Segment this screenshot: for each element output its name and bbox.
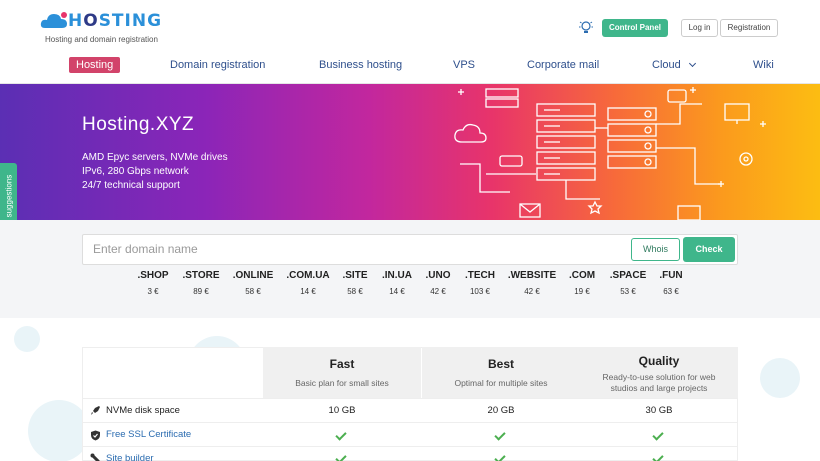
hero-banner: Hosting.XYZ AMD Epyc servers, NVMe drive… [0, 84, 820, 220]
zone-price: 63 € [663, 287, 679, 296]
zone-price: 42 € [524, 287, 540, 296]
domain-zone-shop[interactable]: .SHOP 3 € [126, 270, 180, 296]
zone-name: .SHOP [137, 270, 169, 281]
hero-feature-line: AMD Epyc servers, NVMe drives [82, 152, 228, 163]
domain-zone-online[interactable]: .ONLINE 58 € [226, 270, 280, 296]
nav-item-hosting[interactable]: Hosting [69, 57, 121, 73]
domain-zone-com-ua[interactable]: .COM.UA 14 € [281, 270, 335, 296]
feature-value: 30 GB [645, 405, 673, 416]
whois-button[interactable]: Whois [631, 238, 680, 261]
plan-name: Fast [329, 357, 355, 371]
login-button[interactable]: Log in [681, 19, 718, 37]
zone-name: .STORE [182, 270, 220, 281]
domain-zone-tech[interactable]: .TECH 103 € [453, 270, 507, 296]
nav-item-cloud[interactable]: Cloud [652, 57, 696, 73]
logo-tagline: Hosting and domain registration [45, 35, 158, 44]
domain-zone-fun[interactable]: .FUN 63 € [644, 270, 698, 296]
ssl-certificate-link[interactable]: Free SSL Certificate [106, 429, 191, 440]
zone-name: .WEBSITE [507, 270, 557, 281]
nav-item-corporate-mail[interactable]: Corporate mail [527, 57, 599, 73]
plan-fast[interactable]: Fast Basic plan for small sites [263, 347, 421, 398]
zone-name: .COM.UA [286, 270, 330, 281]
chevron-down-icon [688, 59, 696, 68]
shield-check-icon [91, 430, 100, 441]
zone-price: 103 € [469, 287, 491, 296]
cloud-logo-icon [40, 12, 67, 28]
logo[interactable]: HOSTING Hosting and domain registration [40, 8, 170, 46]
hero-title: Hosting.XYZ [82, 114, 195, 135]
domain-zone-website[interactable]: .WEBSITE 42 € [505, 270, 559, 296]
row-divider [82, 446, 738, 447]
decor-circle [28, 400, 90, 461]
server-network-illustration [454, 87, 766, 220]
domain-zone-store[interactable]: .STORE 89 € [174, 270, 228, 296]
nav-item-wiki[interactable]: Wiki [753, 57, 774, 73]
zone-price: 89 € [193, 287, 209, 296]
decor-circle [760, 358, 800, 398]
nav-item-domain-registration[interactable]: Domain registration [170, 57, 265, 73]
registration-button[interactable]: Registration [720, 19, 778, 37]
plan-name: Best [487, 357, 514, 371]
rocket-icon [91, 406, 100, 415]
plan-best[interactable]: Best Optimal for multiple sites [422, 347, 580, 398]
control-panel-button[interactable]: Control Panel [602, 19, 668, 37]
site-header: HOSTING Hosting and domain registration … [0, 0, 820, 84]
row-divider [82, 398, 738, 399]
feature-value: 20 GB [487, 405, 515, 416]
nav-item-cloud-label: Cloud [652, 59, 681, 71]
zone-name: .FUN [659, 270, 683, 281]
zone-name: .ONLINE [232, 270, 274, 281]
zone-price: 14 € [300, 287, 316, 296]
zone-price: 3 € [147, 287, 159, 296]
zone-name: .TECH [465, 270, 495, 281]
plan-description: Basic plan for small sites [295, 378, 389, 388]
feature-label: NVMe disk space [106, 405, 180, 416]
hero-feature-line: 24/7 technical support [82, 180, 180, 191]
plan-description: Ready-to-use solution for web studios an… [602, 372, 716, 393]
logo-text: HOSTING [68, 11, 163, 31]
plan-name: Quality [638, 354, 680, 368]
decor-circle [14, 326, 40, 352]
site-builder-link[interactable]: Site builder [106, 453, 154, 461]
plan-quality[interactable]: Quality Ready-to-use solution for web st… [580, 347, 738, 398]
zone-price: 58 € [245, 287, 261, 296]
lightbulb-icon[interactable] [579, 20, 593, 36]
row-divider [82, 422, 738, 423]
tools-icon [90, 453, 100, 461]
page: HOSTING Hosting and domain registration … [0, 0, 820, 461]
domain-search-placeholder: Enter domain name [93, 242, 198, 256]
nav-item-business-hosting[interactable]: Business hosting [319, 57, 402, 73]
check-button[interactable]: Check [683, 237, 735, 262]
nav-item-vps[interactable]: VPS [453, 57, 475, 73]
plan-description: Optimal for multiple sites [454, 378, 548, 388]
feature-value: 10 GB [328, 405, 356, 416]
hero-feature-line: IPv6, 280 Gbps network [82, 166, 189, 177]
